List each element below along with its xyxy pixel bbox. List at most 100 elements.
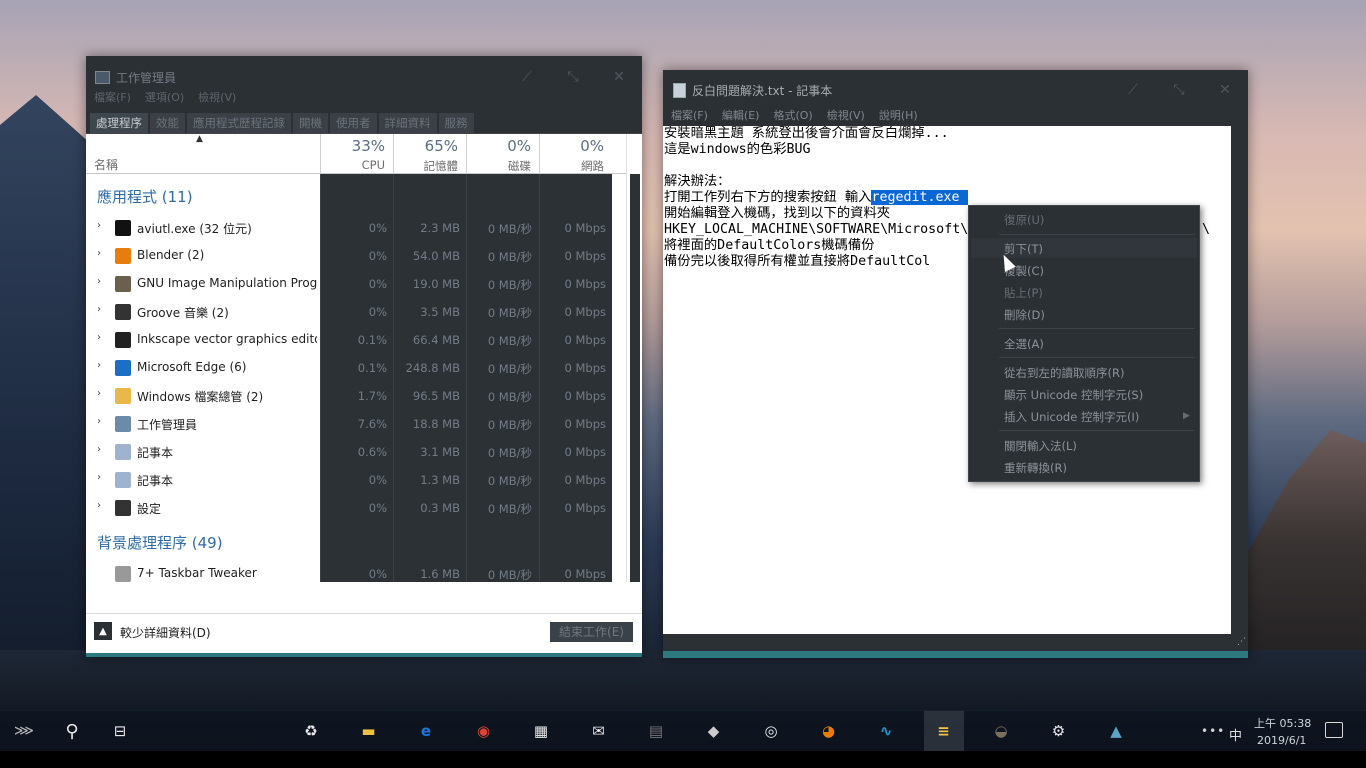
- col-header-name[interactable]: 名稱: [94, 156, 118, 173]
- inkscape-icon[interactable]: ◆: [694, 711, 734, 751]
- store-icon-glyph: ▦: [533, 722, 549, 740]
- col-header-network[interactable]: 0% 網路: [539, 134, 612, 174]
- np-titlebar[interactable]: 反白問題解決.txt - 記事本 ⟋ ⤡ ✕: [663, 70, 1248, 110]
- chevron-up-icon[interactable]: ▲: [94, 622, 112, 640]
- clock-date[interactable]: 2019/6/1: [1257, 734, 1306, 747]
- maximize-button[interactable]: ⤡: [550, 61, 596, 93]
- file-explorer-icon[interactable]: ▬: [349, 711, 389, 751]
- audacity-icon[interactable]: ∿: [866, 711, 906, 751]
- tm-scroll-thumb[interactable]: [630, 174, 640, 582]
- ime-indicator[interactable]: 中: [1229, 725, 1242, 744]
- col-header-memory[interactable]: 65% 記憶體: [393, 134, 466, 174]
- chrome-icon[interactable]: ◉: [464, 711, 504, 751]
- background-group-header[interactable]: 背景處理程序 (49): [97, 532, 223, 553]
- table-row[interactable]: › Windows 檔案總管 (2) 1.7% 96.5 MB 0 MB/秒 0 Mbps: [86, 382, 626, 410]
- np-vertical-scrollbar[interactable]: [1231, 126, 1248, 634]
- photos-icon[interactable]: ▲: [1096, 711, 1136, 751]
- table-row[interactable]: › Blender (2) 0% 54.0 MB 0 MB/秒 0 Mbps: [86, 242, 626, 270]
- chevron-right-icon[interactable]: ›: [97, 388, 101, 399]
- tab-users[interactable]: 使用者: [329, 113, 377, 133]
- chevron-right-icon[interactable]: ›: [97, 304, 101, 315]
- chevron-right-icon[interactable]: ›: [97, 444, 101, 455]
- ctx-paste[interactable]: 貼上(P): [1004, 285, 1043, 301]
- maximize-button[interactable]: ⤡: [1156, 74, 1202, 106]
- np-horizontal-scrollbar[interactable]: [663, 634, 1231, 651]
- table-row[interactable]: › Groove 音樂 (2) 0% 3.5 MB 0 MB/秒 0 Mbps: [86, 298, 626, 326]
- ctx-undo[interactable]: 復原(U): [1004, 212, 1044, 228]
- ctx-rtl[interactable]: 從右到左的讀取順序(R): [1004, 365, 1124, 381]
- search-icon[interactable]: ⚲: [52, 711, 92, 751]
- task-manager-window[interactable]: 工作管理員 ⟋ ⤡ ✕ 檔案(F) 選項(O) 檢視(V) 處理程序 效能 應用…: [86, 56, 642, 657]
- menu-options[interactable]: 選項(O): [145, 92, 184, 104]
- table-row[interactable]: › Microsoft Edge (6) 0.1% 248.8 MB 0 MB/秒 0 M…: [86, 354, 626, 382]
- table-row[interactable]: › Inkscape vector graphics editor 0.1% 66.4…: [86, 326, 626, 354]
- notification-center-icon[interactable]: [1325, 722, 1343, 738]
- ctx-show-unicode[interactable]: 顯示 Unicode 控制字元(S): [1004, 387, 1143, 403]
- menu-file[interactable]: 檔案(F): [94, 92, 131, 104]
- chevron-right-icon[interactable]: ›: [97, 248, 101, 259]
- network-value: 0 Mbps: [564, 221, 607, 235]
- menu-file[interactable]: 檔案(F): [671, 110, 708, 126]
- table-row[interactable]: › 設定 0% 0.3 MB 0 MB/秒 0 Mbps: [86, 494, 626, 522]
- groove-icon[interactable]: ◎: [751, 711, 791, 751]
- table-row[interactable]: › aviutl.exe (32 位元) 0% 2.3 MB 0 MB/秒 0 Mbps: [86, 214, 626, 242]
- chevron-right-icon[interactable]: ›: [97, 472, 101, 483]
- minimize-button[interactable]: ⟋: [504, 61, 550, 93]
- tm-scrollbar[interactable]: [626, 134, 642, 582]
- fewer-details-link[interactable]: 較少詳細資料(D): [120, 624, 211, 641]
- table-row[interactable]: › 記事本 0% 1.3 MB 0 MB/秒 0 Mbps: [86, 466, 626, 494]
- tab-processes[interactable]: 處理程序: [89, 113, 148, 133]
- chrome-icon-glyph: ◉: [476, 722, 491, 740]
- col-header-disk[interactable]: 0% 磁碟: [466, 134, 539, 174]
- tab-details[interactable]: 詳細資料: [377, 113, 437, 133]
- chevron-right-icon[interactable]: ›: [97, 416, 101, 427]
- end-task-button[interactable]: 結束工作(E): [550, 622, 633, 642]
- ctx-separator: [999, 430, 1195, 431]
- minimize-button[interactable]: ⟋: [1110, 74, 1156, 106]
- menu-format[interactable]: 格式(O): [773, 110, 812, 126]
- blender-icon[interactable]: ◕: [809, 711, 849, 751]
- store-icon[interactable]: ▦: [521, 711, 561, 751]
- menu-view[interactable]: 檢視(V): [198, 92, 236, 104]
- close-button[interactable]: ✕: [596, 61, 642, 93]
- table-row[interactable]: › 記事本 0.6% 3.1 MB 0 MB/秒 0 Mbps: [86, 438, 626, 466]
- chevron-right-icon[interactable]: ›: [97, 500, 101, 511]
- table-row[interactable]: › GNU Image Manipulation Progr... 0% 19.0 M…: [86, 270, 626, 298]
- task-view-icon[interactable]: ⊟: [100, 711, 140, 751]
- network-value: 0 Mbps: [564, 249, 607, 263]
- col-header-cpu[interactable]: 33% CPU: [320, 134, 393, 174]
- table-row[interactable]: 7+ Taskbar Tweaker 0% 1.6 MB 0 MB/秒 0 Mbps: [86, 560, 626, 582]
- ctx-select-all[interactable]: 全選(A): [1004, 336, 1044, 352]
- start-icon[interactable]: ⋙: [4, 711, 44, 751]
- tab-startup[interactable]: 開機: [292, 113, 328, 133]
- chevron-right-icon[interactable]: ›: [97, 220, 101, 231]
- ctx-delete[interactable]: 刪除(D): [1004, 307, 1045, 323]
- clock-time[interactable]: 上午 05:38: [1254, 715, 1311, 731]
- chevron-right-icon[interactable]: ›: [97, 332, 101, 343]
- menu-edit[interactable]: 編輯(E): [722, 110, 760, 126]
- table-row[interactable]: › 工作管理員 7.6% 18.8 MB 0 MB/秒 0 Mbps: [86, 410, 626, 438]
- menu-view[interactable]: 檢視(V): [827, 110, 865, 126]
- chevron-right-icon[interactable]: ›: [97, 360, 101, 371]
- close-button[interactable]: ✕: [1202, 74, 1248, 106]
- groove-icon-glyph: ◎: [764, 722, 778, 740]
- notepad-icon[interactable]: ≡: [923, 711, 964, 751]
- chevron-right-icon[interactable]: ›: [97, 276, 101, 287]
- ctx-reconvert[interactable]: 重新轉換(R): [1004, 460, 1067, 476]
- tab-app-history[interactable]: 應用程式歷程記錄: [186, 113, 291, 133]
- apps-group-header[interactable]: 應用程式 (11): [97, 186, 193, 207]
- tab-services[interactable]: 服務: [437, 113, 474, 133]
- gimp-icon[interactable]: ◒: [981, 711, 1021, 751]
- menu-help[interactable]: 說明(H): [879, 110, 918, 126]
- recycle-bin-icon[interactable]: ♻: [291, 711, 331, 751]
- tray-overflow-icon[interactable]: •••: [1201, 724, 1225, 738]
- resize-grip-icon[interactable]: ⋰: [1231, 634, 1248, 651]
- video-editor-icon[interactable]: ▤: [636, 711, 676, 751]
- tab-performance[interactable]: 效能: [149, 113, 185, 133]
- settings-icon[interactable]: ⚙: [1039, 711, 1079, 751]
- mail-icon[interactable]: ✉: [579, 711, 619, 751]
- ctx-insert-unicode[interactable]: 插入 Unicode 控制字元(I): [1004, 409, 1139, 425]
- ctx-close-ime[interactable]: 關閉輸入法(L): [1004, 438, 1077, 454]
- network-value: 0 Mbps: [564, 389, 607, 403]
- edge-icon[interactable]: e: [406, 711, 446, 751]
